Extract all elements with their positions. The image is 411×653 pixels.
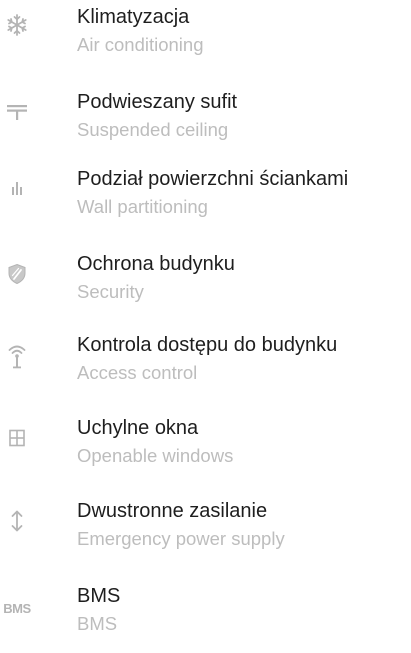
feature-item-access-control: Kontrola dostępu do budynku Access contr… [0, 332, 411, 402]
feature-subtitle: Security [77, 281, 144, 302]
feature-item-air-conditioning: Klimatyzacja Air conditioning [0, 4, 411, 74]
wall-partition-icon [0, 174, 34, 204]
feature-title: Uchylne okna [77, 417, 199, 439]
feature-subtitle: BMS [77, 613, 118, 634]
feature-title: BMS [77, 585, 121, 607]
feature-subtitle: Access control [77, 362, 198, 383]
window-icon [0, 423, 34, 453]
feature-title: Podział powierzchni ściankami [77, 168, 349, 190]
feature-title: Kontrola dostępu do budynku [77, 334, 338, 356]
feature-item-openable-windows: Uchylne okna Openable windows [0, 415, 411, 485]
feature-item-suspended-ceiling: Podwieszany sufit Suspended ceiling [0, 89, 411, 159]
shield-icon [0, 259, 34, 289]
feature-item-bms: BMS BMS BMS [0, 583, 411, 653]
feature-subtitle: Air conditioning [77, 34, 204, 55]
feature-item-security: Ochrona budynku Security [0, 251, 411, 321]
up-down-arrow-icon [0, 506, 34, 536]
feature-title: Ochrona budynku [77, 253, 235, 275]
feature-title: Klimatyzacja [77, 6, 190, 28]
feature-item-emergency-power: Dwustronne zasilanie Emergency power sup… [0, 498, 411, 568]
feature-title: Dwustronne zasilanie [77, 500, 268, 522]
bms-icon: BMS [3, 600, 31, 616]
feature-list: Klimatyzacja Air conditioning Podwieszan… [0, 0, 411, 637]
feature-title: Podwieszany sufit [77, 91, 238, 113]
feature-subtitle: Emergency power supply [77, 528, 285, 549]
feature-item-wall-partitioning: Podział powierzchni ściankami Wall parti… [0, 166, 411, 236]
access-antenna-icon [0, 342, 34, 372]
feature-subtitle: Suspended ceiling [77, 119, 229, 140]
snowflake-icon [0, 10, 34, 40]
feature-subtitle: Wall partitioning [77, 196, 208, 217]
suspended-ceiling-icon [0, 96, 34, 126]
feature-subtitle: Openable windows [77, 445, 234, 466]
